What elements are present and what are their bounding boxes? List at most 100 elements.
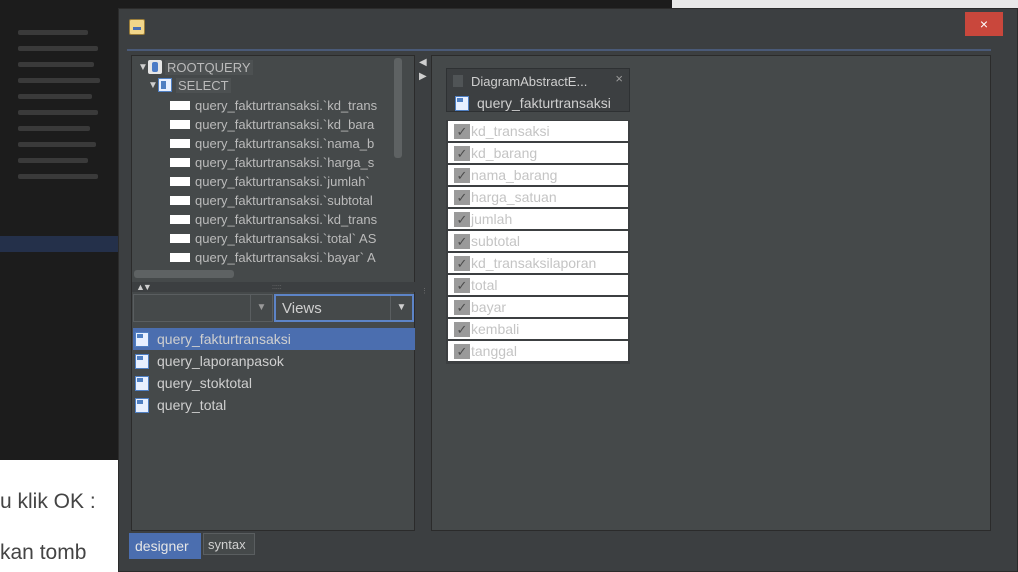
field-label: kembali bbox=[471, 321, 520, 337]
frame-close-icon[interactable]: × bbox=[615, 71, 623, 86]
view-icon bbox=[455, 95, 469, 111]
checked-checkbox-icon[interactable]: ✓ bbox=[454, 277, 470, 293]
field-row[interactable]: ✓ kd_barang bbox=[448, 143, 628, 163]
tree-field-item[interactable]: query_fakturtransaksi.`kd_trans bbox=[170, 96, 377, 114]
tree-field-label: query_fakturtransaksi.`harga_s bbox=[195, 154, 375, 170]
checked-checkbox-icon[interactable]: ✓ bbox=[454, 321, 470, 337]
tree-node-select[interactable]: ▼ SELECT bbox=[148, 76, 231, 94]
background-blur-line bbox=[18, 174, 98, 179]
background-blur-line bbox=[18, 30, 88, 35]
field-label: kd_transaksi bbox=[471, 123, 550, 139]
scrollbar-thumb[interactable] bbox=[134, 270, 234, 278]
diagram-field-list: ✓ kd_transaksi ✓ kd_barang ✓ nama_barang ✓ h… bbox=[446, 120, 630, 364]
tree-field-label: query_fakturtransaksi.`kd_trans bbox=[195, 211, 378, 227]
grip-icon: ⋮ bbox=[421, 288, 428, 295]
close-button[interactable]: × bbox=[965, 12, 1003, 36]
checked-checkbox-icon[interactable]: ✓ bbox=[454, 189, 470, 205]
tree-vertical-scrollbar[interactable] bbox=[392, 56, 404, 268]
diagram-table-name: query_fakturtransaksi bbox=[477, 95, 611, 111]
background-top-strip-light bbox=[672, 0, 1018, 8]
field-row[interactable]: ✓ harga_satuan bbox=[448, 187, 628, 207]
tree-field-item[interactable]: query_fakturtransaksi.`bayar` A bbox=[170, 248, 376, 266]
list-item-label: query_total bbox=[157, 397, 227, 413]
collapse-left-icon[interactable]: ◀ bbox=[419, 57, 427, 68]
checked-checkbox-icon[interactable]: ✓ bbox=[454, 123, 470, 139]
field-label: harga_satuan bbox=[471, 189, 557, 205]
tab-syntax[interactable]: syntax bbox=[203, 533, 255, 555]
list-item[interactable]: query_stoktotal bbox=[133, 372, 415, 394]
field-row[interactable]: ✓ nama_barang bbox=[448, 165, 628, 185]
expand-arrow-icon[interactable]: ▼ bbox=[138, 62, 148, 73]
tree-node-rootquery[interactable]: ▼ ROOTQUERY bbox=[138, 58, 253, 76]
view-icon bbox=[135, 375, 149, 391]
diagram-table-frame[interactable]: DiagramAbstractE... × query_fakturtransa… bbox=[446, 68, 630, 112]
tree-field-label: query_fakturtransaksi.`total` AS bbox=[195, 230, 377, 246]
field-label: tanggal bbox=[471, 343, 517, 359]
split-pane-divider[interactable]: ▲▼ ::::: bbox=[132, 282, 416, 292]
tree-field-label: query_fakturtransaksi.`kd_trans bbox=[195, 97, 378, 113]
field-row[interactable]: ✓ subtotal bbox=[448, 231, 628, 251]
background-blur-line bbox=[18, 126, 90, 131]
select-icon bbox=[158, 78, 172, 92]
field-label: subtotal bbox=[471, 233, 521, 249]
background-blur-line bbox=[18, 62, 94, 67]
field-row[interactable]: ✓ tanggal bbox=[448, 341, 628, 361]
tree-field-item[interactable]: query_fakturtransaksi.`nama_b bbox=[170, 134, 374, 152]
checked-checkbox-icon[interactable]: ✓ bbox=[454, 145, 470, 161]
field-row[interactable]: ✓ total bbox=[448, 275, 628, 295]
list-item[interactable]: query_fakturtransaksi bbox=[133, 328, 415, 350]
field-icon bbox=[170, 176, 190, 186]
tree-field-item[interactable]: query_fakturtransaksi.`kd_bara bbox=[170, 115, 374, 133]
tree-field-item[interactable]: query_fakturtransaksi.`subtotal bbox=[170, 191, 373, 209]
field-row[interactable]: ✓ kembali bbox=[448, 319, 628, 339]
checked-checkbox-icon[interactable]: ✓ bbox=[454, 299, 470, 315]
dropdown-arrow-icon[interactable]: ▼ bbox=[390, 296, 412, 320]
object-type-combo[interactable]: Views ▼ bbox=[274, 294, 414, 322]
field-row[interactable]: ✓ kd_transaksilaporan bbox=[448, 253, 628, 273]
tab-designer[interactable]: designer bbox=[129, 533, 201, 559]
frame-title: DiagramAbstractE... bbox=[471, 74, 588, 89]
background-blur-line bbox=[18, 158, 88, 163]
title-bar[interactable]: × bbox=[119, 9, 1017, 45]
field-row[interactable]: ✓ kd_transaksi bbox=[448, 121, 628, 141]
field-row[interactable]: ✓ bayar bbox=[448, 297, 628, 317]
tree-horizontal-scrollbar[interactable] bbox=[132, 268, 404, 280]
tree-field-item[interactable]: query_fakturtransaksi.`kd_trans bbox=[170, 210, 377, 228]
tree-field-item[interactable]: query_fakturtransaksi.`total` AS bbox=[170, 229, 376, 247]
dropdown-arrow-icon[interactable]: ▼ bbox=[250, 295, 272, 321]
tree-field-item[interactable]: query_fakturtransaksi.`harga_s bbox=[170, 153, 374, 171]
field-icon bbox=[170, 195, 190, 205]
field-icon bbox=[170, 252, 190, 262]
collapse-arrows-icon[interactable]: ▲▼ bbox=[136, 282, 152, 292]
field-row[interactable]: ✓ jumlah bbox=[448, 209, 628, 229]
background-blur-line bbox=[18, 94, 92, 99]
list-item-label: query_fakturtransaksi bbox=[157, 331, 291, 347]
checked-checkbox-icon[interactable]: ✓ bbox=[454, 233, 470, 249]
tree-field-item[interactable]: query_fakturtransaksi.`jumlah` bbox=[170, 172, 370, 190]
checked-checkbox-icon[interactable]: ✓ bbox=[454, 167, 470, 183]
collapse-right-icon[interactable]: ▶ bbox=[419, 71, 427, 82]
main-split-divider[interactable]: ◀ ▶ ⋮ bbox=[417, 55, 429, 531]
checked-checkbox-icon[interactable]: ✓ bbox=[454, 255, 470, 271]
left-panel: ▼ ROOTQUERY ▼ SELECT query_fakturtransak… bbox=[131, 55, 416, 531]
expand-arrow-icon[interactable]: ▼ bbox=[148, 80, 158, 91]
schema-combo[interactable]: ▼ bbox=[133, 294, 273, 322]
field-icon bbox=[170, 157, 190, 167]
field-icon bbox=[170, 119, 190, 129]
field-label: kd_transaksilaporan bbox=[471, 255, 597, 271]
list-item[interactable]: query_laporanpasok bbox=[133, 350, 415, 372]
query-designer-dialog: × ▼ ROOTQUERY ▼ SELECT query_fakturtrans… bbox=[118, 8, 1018, 572]
field-label: bayar bbox=[471, 299, 507, 315]
scrollbar-thumb[interactable] bbox=[394, 58, 402, 158]
diagram-panel: DiagramAbstractE... × query_fakturtransa… bbox=[431, 55, 991, 531]
list-item[interactable]: query_total bbox=[133, 394, 415, 416]
tree-field-label: query_fakturtransaksi.`kd_bara bbox=[195, 116, 375, 132]
background-blur-line bbox=[18, 46, 98, 51]
checked-checkbox-icon[interactable]: ✓ bbox=[454, 211, 470, 227]
view-icon bbox=[135, 331, 149, 347]
tree-field-label: query_fakturtransaksi.`subtotal bbox=[195, 192, 373, 208]
view-icon bbox=[135, 353, 149, 369]
checked-checkbox-icon[interactable]: ✓ bbox=[454, 343, 470, 359]
diagram-table-header: query_fakturtransaksi bbox=[455, 95, 611, 111]
field-icon bbox=[170, 138, 190, 148]
